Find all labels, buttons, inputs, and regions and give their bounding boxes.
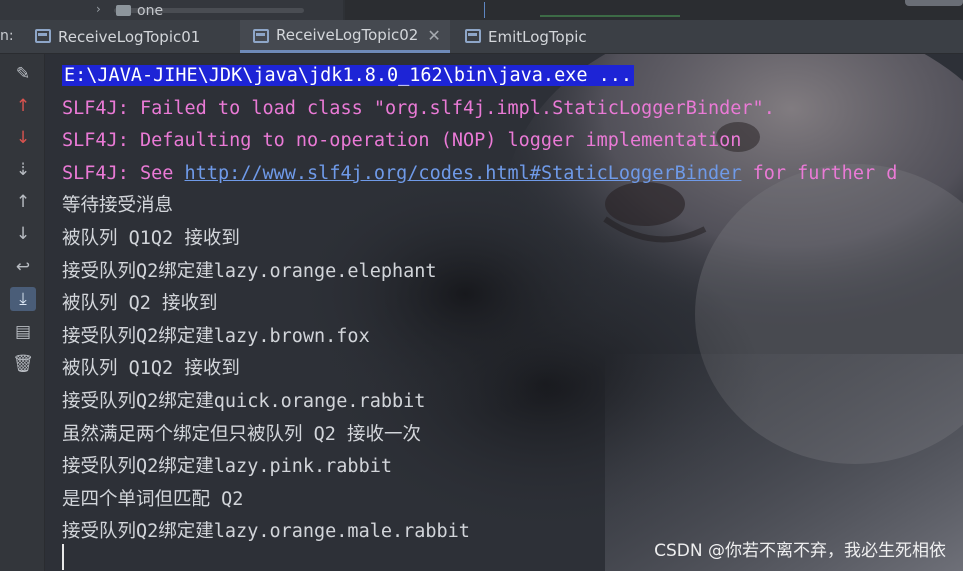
sort-down-icon[interactable]: ⇣ (10, 158, 36, 182)
wrench-icon[interactable]: ✎ (10, 62, 36, 86)
arrow-up-red-icon[interactable]: ↑ (10, 94, 36, 118)
console-line-command: E:\JAVA-JIHE\JDK\java\jdk1.8.0_162\bin\j… (62, 60, 897, 93)
editor-area (345, 0, 963, 20)
watermark: CSDN @你若不离不弃，我必生死相依 (654, 541, 946, 561)
folder-icon (116, 5, 131, 16)
console-line: 接受队列Q2绑定建lazy.brown.fox (62, 325, 370, 347)
console-icon (35, 29, 51, 43)
close-icon[interactable]: ✕ (427, 26, 440, 45)
editor-underline (540, 15, 680, 17)
console-line: 接受队列Q2绑定建lazy.pink.rabbit (62, 456, 392, 478)
console-line-warning: SLF4J: See http://www.slf4j.org/codes.ht… (62, 158, 897, 191)
console-line: 接受队列Q2绑定建lazy.orange.elephant (62, 260, 437, 282)
arrow-down-icon[interactable]: ↓ (10, 222, 36, 246)
console-line: 被队列 Q1Q2 接收到 (62, 358, 240, 380)
scroll-to-end-icon[interactable]: ⤓ (10, 287, 36, 311)
warning-suffix: for further d (741, 162, 898, 184)
console-line: 被队列 Q1Q2 接收到 (62, 227, 240, 249)
console-line: 是四个单词但匹配 Q2 (62, 488, 244, 510)
warning-prefix: SLF4J: See (62, 162, 185, 184)
project-tree-strip: › one (0, 0, 963, 20)
console-line-warning: SLF4J: Defaulting to no-operation (NOP) … (62, 130, 742, 152)
console-output[interactable]: E:\JAVA-JIHE\JDK\java\jdk1.8.0_162\bin\j… (45, 54, 963, 571)
run-tab-bar: n: ReceiveLogTopic01 ReceiveLogTopic02 ✕… (0, 20, 963, 54)
tab-label: ReceiveLogTopic02 (276, 26, 419, 44)
text-cursor (62, 544, 64, 570)
console-line: 接受队列Q2绑定建quick.orange.rabbit (62, 390, 426, 412)
run-window-label: n: (0, 28, 14, 44)
slf4j-link[interactable]: http://www.slf4j.org/codes.html#StaticLo… (185, 163, 742, 184)
soft-wrap-icon[interactable]: ↩ (10, 255, 36, 279)
console-line: 虽然满足两个绑定但只被队列 Q2 接收一次 (62, 423, 422, 445)
console-icon (253, 29, 269, 43)
console-line: 被队列 Q2 接收到 (62, 293, 218, 315)
tab-label: ReceiveLogTopic01 (58, 27, 201, 46)
tab-emitlogtopic[interactable]: EmitLogTopic (452, 20, 622, 53)
trash-icon[interactable]: 🗑 (10, 352, 36, 376)
tree-folder-label[interactable]: one (137, 3, 163, 19)
command-highlight: E:\JAVA-JIHE\JDK\java\jdk1.8.0_162\bin\j… (62, 65, 635, 86)
editor-popup (905, 0, 963, 6)
tab-label: EmitLogTopic (488, 27, 587, 46)
console-lines: E:\JAVA-JIHE\JDK\java\jdk1.8.0_162\bin\j… (62, 60, 897, 549)
console-line: 等待接受消息 (62, 195, 174, 217)
print-icon[interactable]: ▤ (10, 320, 36, 344)
console-icon (465, 29, 481, 43)
arrow-down-red-icon[interactable]: ↓ (10, 126, 36, 150)
console-toolbar: ✎ ↑ ↓ ⇣ ↑ ↓ ↩ ⤓ ▤ 🗑 (0, 54, 45, 571)
chevron-right-icon[interactable]: › (96, 2, 101, 16)
console-line-warning: SLF4J: Failed to load class "org.slf4j.i… (62, 97, 775, 119)
editor-caret (484, 2, 485, 18)
tab-receivelogtopic01[interactable]: ReceiveLogTopic01 (22, 20, 238, 53)
arrow-up-icon[interactable]: ↑ (10, 190, 36, 214)
tab-receivelogtopic02[interactable]: ReceiveLogTopic02 ✕ (240, 20, 450, 53)
